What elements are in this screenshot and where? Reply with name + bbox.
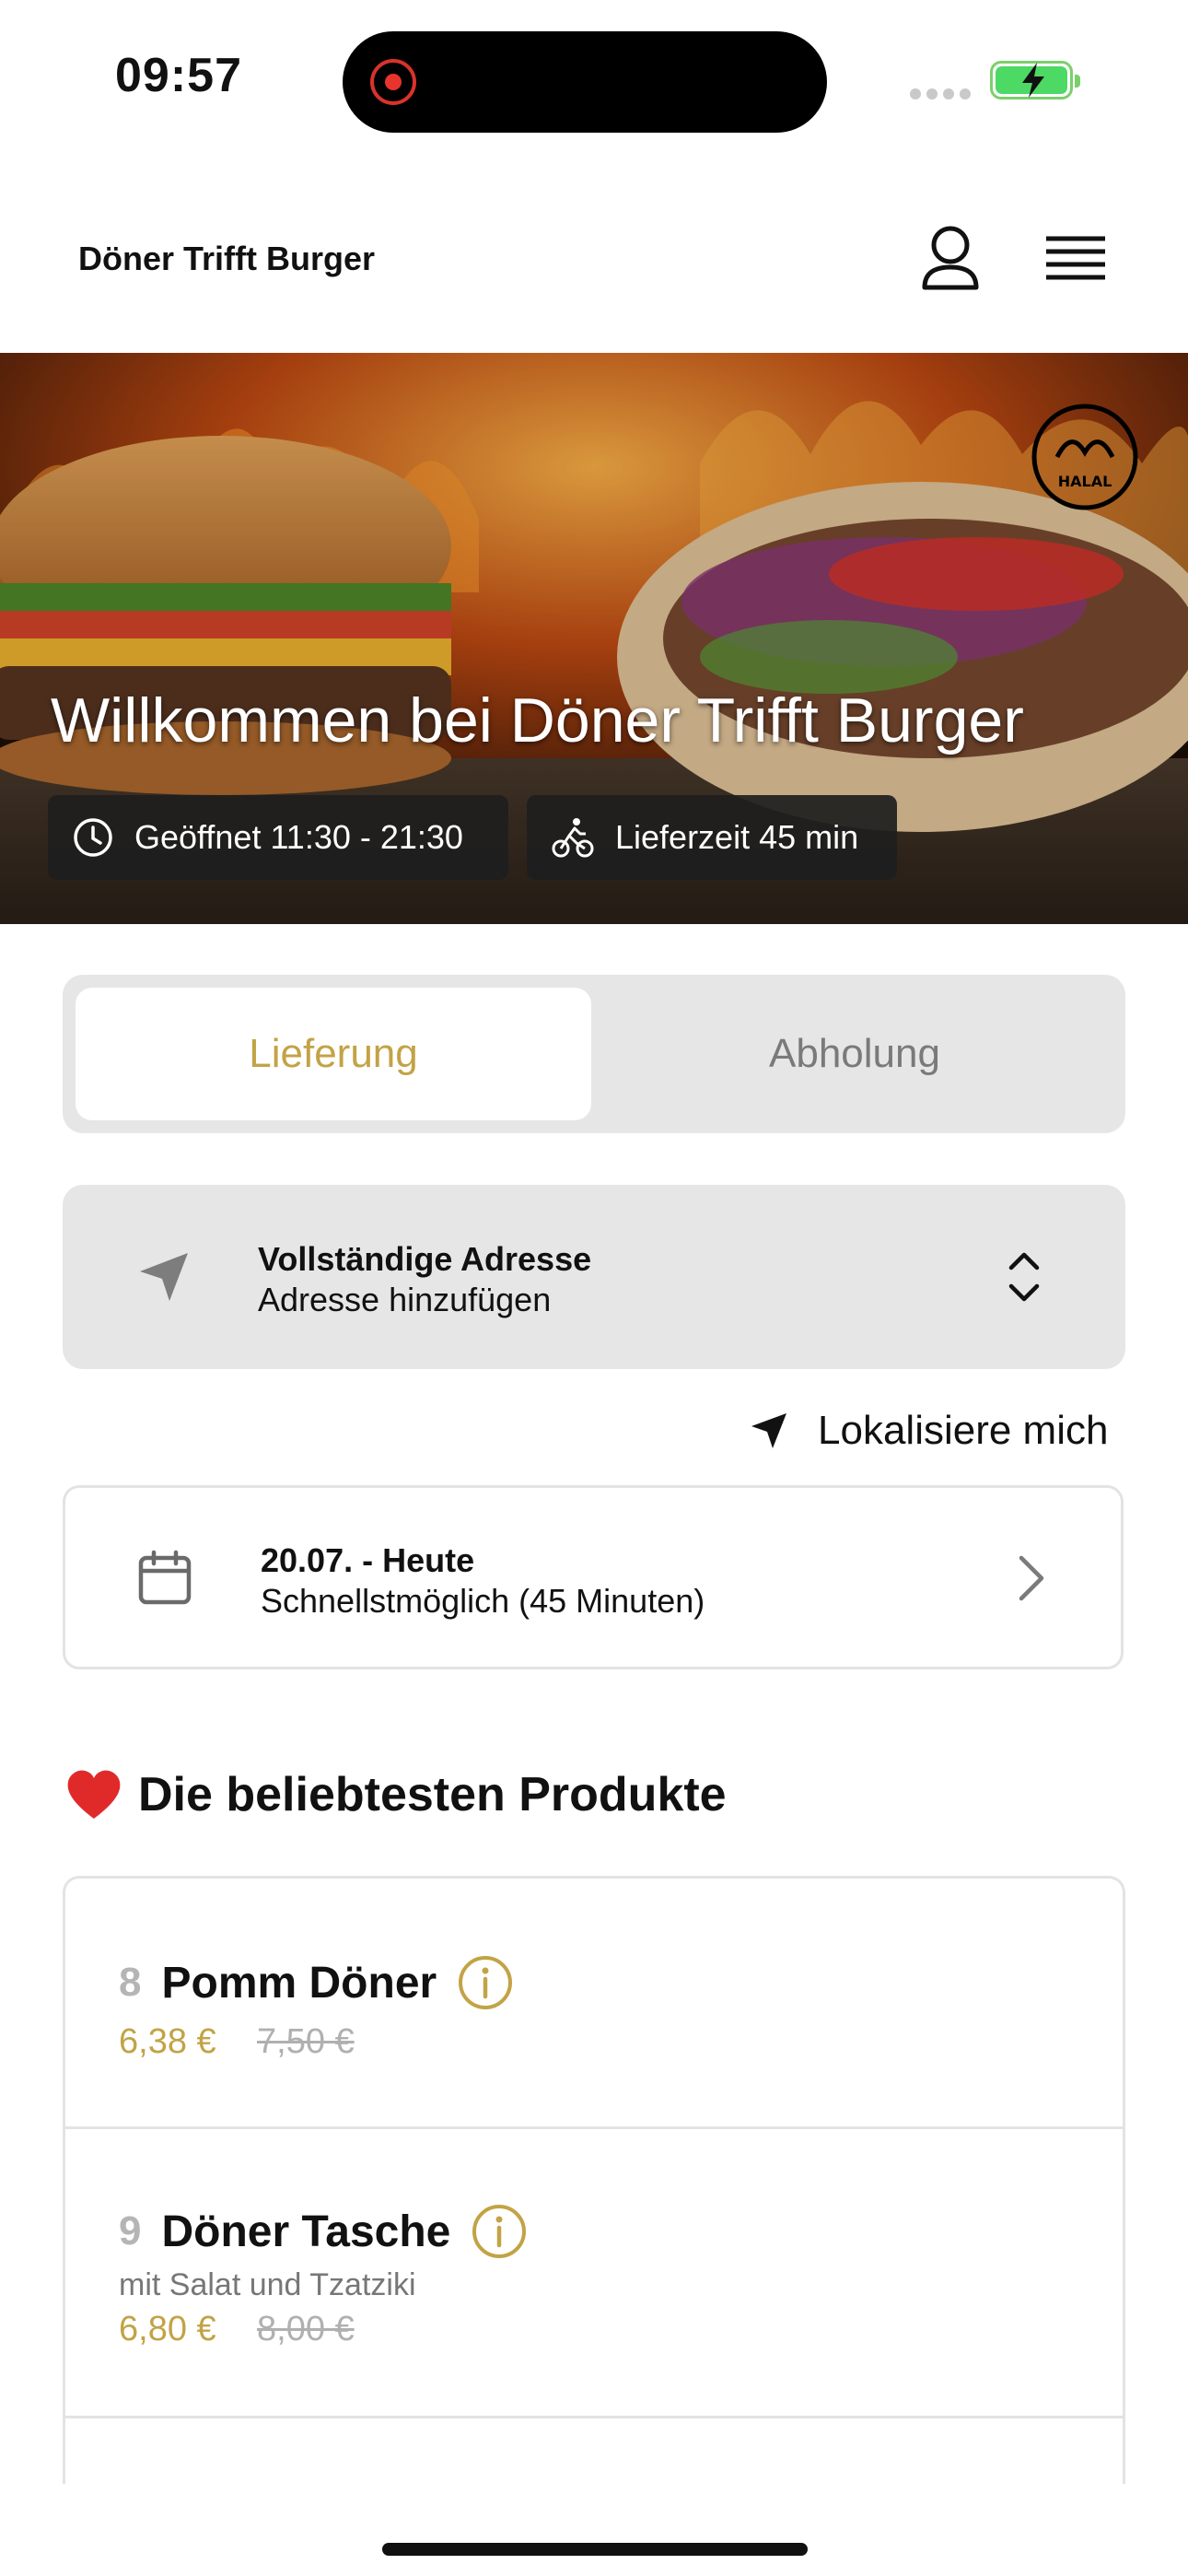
popular-products-heading: Die beliebtesten Produkte [64,1767,727,1822]
hero-banner: HALAL Willkommen bei Döner Trifft Burger… [0,353,1188,924]
dynamic-island [343,31,827,133]
profile-button[interactable] [914,223,987,297]
user-icon [922,226,979,290]
location-arrow-icon [140,1253,188,1301]
address-title: Vollständige Adresse [258,1240,592,1278]
home-indicator[interactable] [382,2543,808,2556]
info-icon[interactable] [457,1954,514,2011]
cellular-signal-icon [910,88,976,104]
welcome-heading: Willkommen bei Döner Trifft Burger [51,685,1024,755]
recording-indicator-icon [370,59,416,105]
product-description: mit Salat und Tzatziki [119,2267,416,2302]
product-item[interactable]: 9 Döner Tasche mit Salat und Tzatziki 6,… [65,2129,1123,2418]
opening-hours-chip: Geöffnet 11:30 - 21:30 [48,795,508,880]
address-selector[interactable]: Vollständige Adresse Adresse hinzufügen [63,1185,1125,1369]
location-arrow-icon [751,1413,786,1448]
hamburger-menu-icon [1046,236,1105,280]
delivery-time-text: Lieferzeit 45 min [615,818,859,856]
status-bar: 09:57 [0,0,1188,157]
product-price: 6,80 € [119,2310,216,2348]
bicycle-courier-icon [552,818,594,858]
popular-products-title: Die beliebtesten Produkte [138,1768,727,1821]
product-old-price: 7,50 € [257,2022,355,2061]
info-icon[interactable] [471,2203,528,2260]
address-subtitle: Adresse hinzufügen [258,1281,552,1318]
product-price: 6,38 € [119,2022,216,2061]
product-header: 9 Döner Tasche [119,2203,528,2260]
delivery-slot: Schnellstmöglich (45 Minuten) [261,1582,705,1620]
battery-charging-icon [990,61,1080,100]
product-name: Döner Tasche [161,2207,451,2256]
status-time: 09:57 [115,49,242,102]
locate-me-button[interactable]: Lokalisiere mich [748,1399,1108,1463]
restaurant-name: Döner Trifft Burger [78,240,376,277]
opening-hours-text: Geöffnet 11:30 - 21:30 [134,818,463,856]
halal-badge: HALAL [1030,402,1140,512]
halal-label: HALAL [1058,473,1112,490]
order-mode-toggle: Lieferung Abholung [63,975,1125,1133]
calendar-icon [138,1550,192,1605]
tab-pickup[interactable]: Abholung [597,988,1112,1120]
delivery-date: 20.07. - Heute [261,1541,475,1579]
chevron-right-icon [1019,1555,1044,1601]
delivery-time-selector[interactable]: 20.07. - Heute Schnellstmöglich (45 Minu… [63,1485,1124,1669]
tab-delivery[interactable]: Lieferung [76,988,591,1120]
product-number: 8 [119,1960,142,2005]
clock-icon [74,818,112,857]
popular-products-list: 8 Pomm Döner 6,38 € 7,50 € 9 Döner Tasch… [63,1876,1125,2484]
product-item[interactable]: 8 Pomm Döner 6,38 € 7,50 € [65,1879,1123,2129]
product-name: Pomm Döner [161,1958,437,2008]
delivery-time-chip: Lieferzeit 45 min [527,795,897,880]
locate-me-label: Lokalisiere mich [818,1408,1109,1453]
app-header: Döner Trifft Burger [0,175,1188,350]
hamburger-menu-button[interactable] [1039,226,1112,299]
heart-icon [67,1770,121,1819]
product-header: 8 Pomm Döner [119,1954,514,2011]
chevron-up-down-icon [1008,1252,1040,1302]
product-old-price: 8,00 € [257,2310,355,2348]
product-number: 9 [119,2208,142,2254]
